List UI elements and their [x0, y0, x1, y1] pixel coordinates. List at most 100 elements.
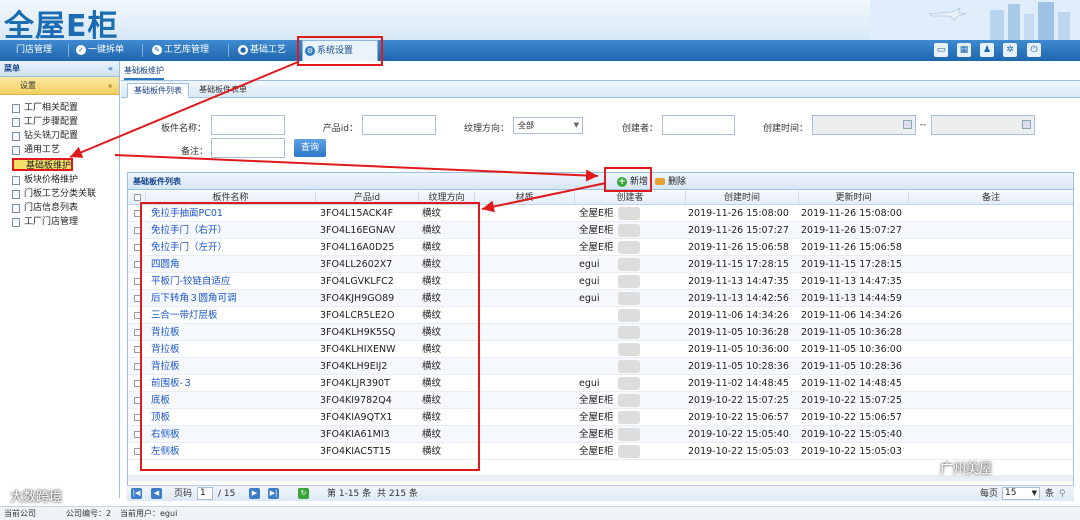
board-name-input[interactable] — [211, 115, 285, 135]
calendar-icon[interactable] — [1022, 120, 1031, 129]
subtab-board-form[interactable]: 基础板件表单 — [193, 83, 253, 98]
cell-name[interactable]: 右侧板 — [151, 426, 316, 443]
row-checkbox[interactable] — [134, 210, 141, 217]
cell-name[interactable]: 左侧板 — [151, 443, 316, 460]
sidebar-item-factory-store[interactable]: 工厂门店管理 — [10, 216, 78, 229]
calendar-icon[interactable]: ▦ — [957, 43, 971, 57]
row-checkbox[interactable] — [134, 414, 141, 421]
cell-name[interactable]: 三合一带灯层板 — [151, 307, 316, 324]
collapse-icon[interactable]: « — [108, 61, 113, 77]
col-product-id[interactable]: 产品id — [316, 191, 419, 205]
prev-page-icon[interactable]: ◀ — [151, 488, 162, 499]
sidebar-item-board-price[interactable]: 板块价格维护 — [10, 174, 78, 187]
col-grain[interactable]: 纹理方向 — [419, 191, 475, 205]
sidebar-item-drill-config[interactable]: 钻头铣刀配置 — [10, 130, 78, 143]
calendar-icon[interactable] — [903, 120, 912, 129]
cell-name[interactable]: 前围板-３ — [151, 375, 316, 392]
sidebar-item-base-board[interactable]: 基础板维护 — [12, 158, 74, 171]
table-row[interactable]: 免拉手抽面PC01 3FO4L15ACK4F 横纹 全屋E柜 2019-11-26 15… — [128, 205, 1073, 222]
cell-name[interactable]: 免拉手抽面PC01 — [151, 205, 316, 222]
table-row[interactable]: 背拉板 3FO4KLH9EIJ2 横纹 2019-11-05 10:28:36 2019… — [128, 358, 1073, 375]
sidebar-item-factory-config[interactable]: 工厂相关配置 — [10, 102, 78, 115]
per-page-select[interactable]: 15 ▼ — [1002, 487, 1040, 500]
tab-basic-craft[interactable]: ● 基础工艺 — [236, 40, 298, 61]
row-checkbox[interactable] — [134, 278, 141, 285]
table-row[interactable]: 右侧板 3FO4KIA61MI3 横纹 全屋E柜 2019-10-22 15:05:40… — [128, 426, 1073, 443]
table-row[interactable]: 底板 3FO4KI9782Q4 横纹 全屋E柜 2019-10-22 15:07:25 2… — [128, 392, 1073, 409]
table-row[interactable]: 四圆角 3FO4LL2602X7 横纹 egui 2019-11-15 17:28:15… — [128, 256, 1073, 273]
tab-craft-library[interactable]: ✎ 工艺库管理 — [150, 40, 226, 61]
row-checkbox[interactable] — [134, 329, 141, 336]
row-checkbox[interactable] — [134, 363, 141, 370]
col-material[interactable]: 材质 — [475, 191, 575, 205]
cell-name[interactable]: 背拉板 — [151, 324, 316, 341]
col-update-time[interactable]: 更新时间 — [799, 191, 909, 205]
tab-store-management[interactable]: 门店管理 — [2, 40, 68, 61]
row-checkbox[interactable] — [134, 244, 141, 251]
query-button[interactable]: 查询 — [294, 139, 326, 157]
sidebar-item-factory-steps[interactable]: 工厂步骤配置 — [10, 116, 78, 129]
table-row[interactable]: 后下转角３圆角可调 3FO4KJH9GO89 横纹 egui 2019-11-13 14… — [128, 290, 1073, 307]
row-checkbox[interactable] — [134, 397, 141, 404]
horizontal-scrollbar[interactable] — [128, 475, 1073, 481]
gear-icon[interactable]: ✲ — [1003, 43, 1017, 57]
cell-name[interactable]: 背拉板 — [151, 358, 316, 375]
tab-system-settings[interactable]: ⚙ 系统设置 — [302, 40, 378, 61]
cell-name[interactable]: 背拉板 — [151, 341, 316, 358]
add-button[interactable]: + 新增 — [617, 175, 648, 189]
creator-input[interactable] — [662, 115, 735, 135]
user-icon[interactable]: ♟ — [980, 43, 994, 57]
row-checkbox[interactable] — [134, 448, 141, 455]
row-checkbox[interactable] — [134, 380, 141, 387]
page-input[interactable]: 1 — [197, 487, 213, 500]
subtab-board-list[interactable]: 基础板件列表 — [127, 83, 189, 98]
sidebar-item-store-info[interactable]: 门店信息列表 — [10, 202, 78, 215]
cell-name[interactable]: 免拉手门（左开） — [151, 239, 316, 256]
sidebar-section-settings[interactable]: 设置 » — [0, 77, 119, 95]
table-row[interactable]: 平板门-铰链自适应 3FO4LGVKLFC2 横纹 egui 2019-11-13 14… — [128, 273, 1073, 290]
row-checkbox[interactable] — [134, 346, 141, 353]
create-time-start-input[interactable] — [812, 115, 916, 135]
table-row[interactable]: 三合一带灯层板 3FO4LCR5LE2O 横纹 2019-11-06 14:34:26… — [128, 307, 1073, 324]
first-page-icon[interactable]: |◀ — [131, 488, 142, 499]
monitor-icon[interactable]: ▭ — [934, 43, 948, 57]
tab-base-board[interactable]: 基础板维护 — [124, 65, 164, 80]
table-row[interactable]: 背拉板 3FO4KLHIXENW 横纹 2019-11-05 10:36:00 2019… — [128, 341, 1073, 358]
row-checkbox[interactable] — [134, 295, 141, 302]
table-row[interactable]: 左侧板 3FO4KIAC5T15 横纹 全屋E柜 2019-10-22 15:05:03… — [128, 443, 1073, 460]
col-creator[interactable]: 创建者 — [575, 191, 686, 205]
table-row[interactable]: 背拉板 3FO4KLH9K5SQ 横纹 2019-11-05 10:36:28 2019… — [128, 324, 1073, 341]
product-id-input[interactable] — [362, 115, 436, 135]
table-row[interactable]: 顶板 3FO4KIA9QTX1 横纹 全屋E柜 2019-10-22 15:06:57 2… — [128, 409, 1073, 426]
row-checkbox[interactable] — [134, 312, 141, 319]
next-page-icon[interactable]: ▶ — [249, 488, 260, 499]
cell-name[interactable]: 底板 — [151, 392, 316, 409]
cell-name[interactable]: 免拉手门（右开） — [151, 222, 316, 239]
select-all-column[interactable] — [128, 191, 146, 205]
tab-one-click-split[interactable]: ✓ 一键拆单 — [74, 40, 140, 61]
cell-name[interactable]: 平板门-铰链自适应 — [151, 273, 316, 290]
refresh-icon[interactable]: ↻ — [298, 488, 309, 499]
sidebar-item-general-craft[interactable]: 通用工艺 — [10, 144, 60, 157]
row-checkbox[interactable] — [134, 261, 141, 268]
grain-select[interactable]: 全部 ▼ — [513, 117, 583, 134]
delete-button[interactable]: 删除 — [655, 175, 686, 189]
sidebar-item-door-craft[interactable]: 门板工艺分类关联 — [10, 188, 96, 201]
remark-input[interactable] — [211, 138, 285, 158]
create-time-end-input[interactable] — [931, 115, 1035, 135]
last-page-icon[interactable]: ▶| — [268, 488, 279, 499]
table-row[interactable]: 前围板-３ 3FO4KLJR390T 横纹 egui 2019-11-02 14:48:… — [128, 375, 1073, 392]
table-row[interactable]: 免拉手门（右开） 3FO4L16EGNAV 横纹 全屋E柜 2019-11-26 15:… — [128, 222, 1073, 239]
cell-name[interactable]: 后下转角３圆角可调 — [151, 290, 316, 307]
power-icon[interactable]: ⏻ — [1027, 43, 1041, 57]
table-row[interactable]: 免拉手门（左开） 3FO4L16A0D25 横纹 全屋E柜 2019-11-26 15:… — [128, 239, 1073, 256]
col-remark[interactable]: 备注 — [909, 191, 1073, 205]
cell-name[interactable]: 四圆角 — [151, 256, 316, 273]
row-checkbox[interactable] — [134, 431, 141, 438]
col-create-time[interactable]: 创建时间 — [686, 191, 799, 205]
search-icon[interactable]: ⚲ — [1059, 488, 1066, 500]
col-board-name[interactable]: 板件名称 — [146, 191, 316, 205]
select-all-checkbox[interactable] — [134, 194, 141, 201]
row-checkbox[interactable] — [134, 227, 141, 234]
cell-name[interactable]: 顶板 — [151, 409, 316, 426]
